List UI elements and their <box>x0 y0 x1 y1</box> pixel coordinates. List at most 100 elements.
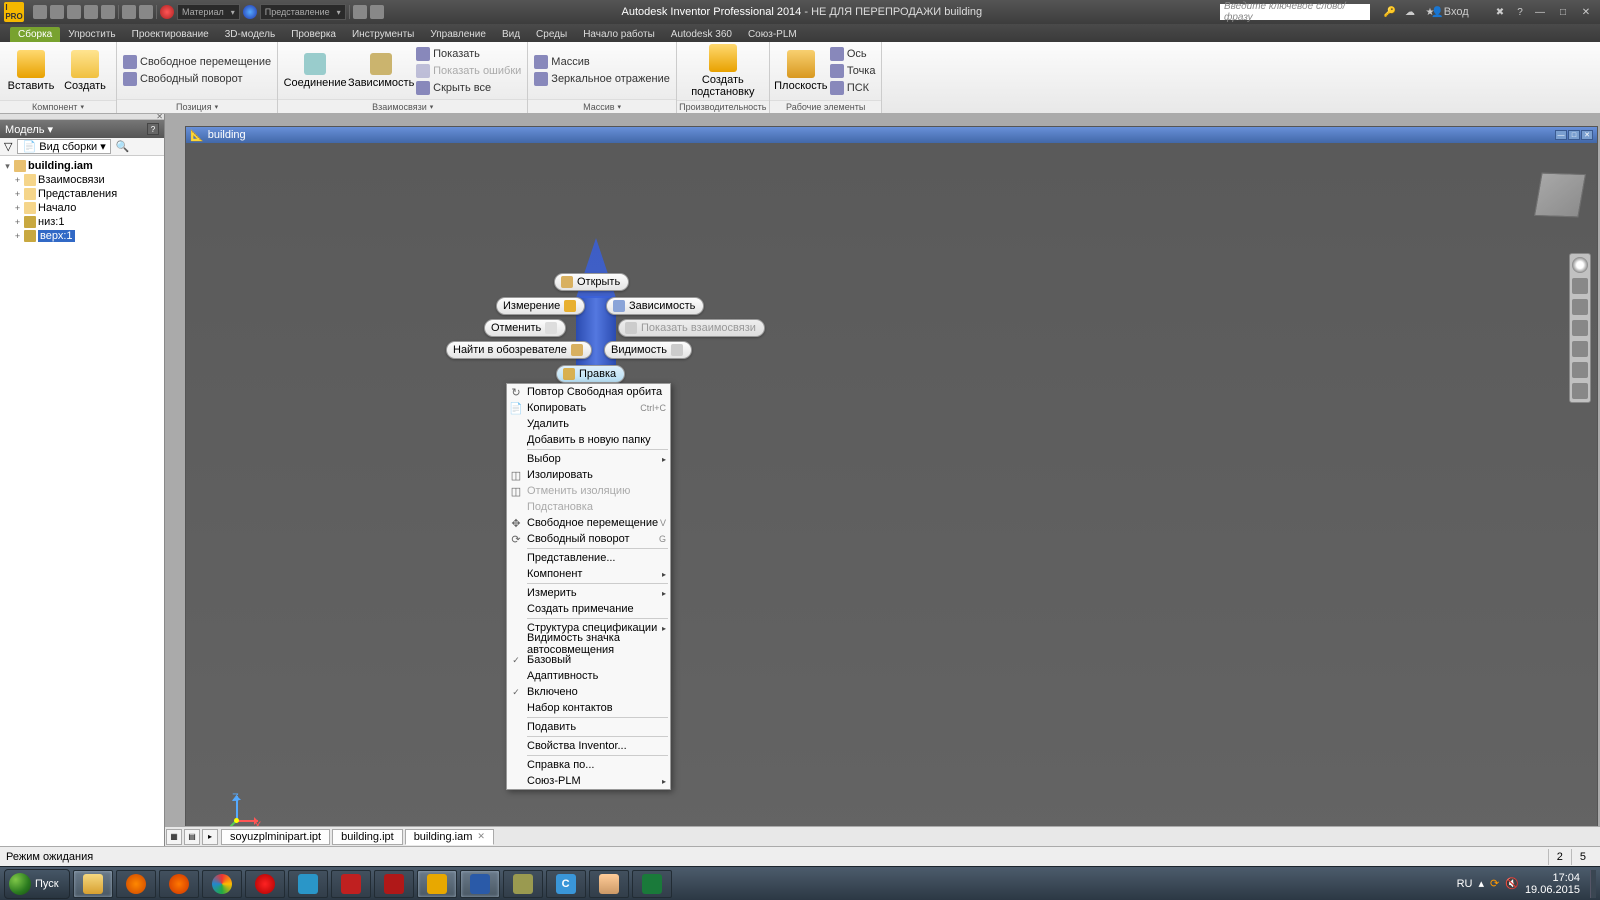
ctx-iproperties[interactable]: Свойства Inventor... <box>507 738 670 754</box>
ctx-contacts[interactable]: Набор контактов <box>507 700 670 716</box>
tray-lang[interactable]: RU <box>1457 878 1473 890</box>
app-icon[interactable]: IPRO <box>4 2 24 22</box>
tree-root[interactable]: ▾building.iam <box>3 159 161 173</box>
orbit-icon[interactable] <box>1572 320 1588 336</box>
pattern-button[interactable]: Массив <box>534 54 670 70</box>
ctx-note[interactable]: Создать примечание <box>507 601 670 617</box>
plane-button[interactable]: Плоскость <box>776 44 826 98</box>
qat-appearance-icon[interactable] <box>243 5 257 19</box>
show-errors-button[interactable]: Показать ошибки <box>416 63 521 79</box>
close-button[interactable]: ✕ <box>1579 5 1593 19</box>
help-icon[interactable]: ? <box>1513 5 1527 19</box>
doctab-2[interactable]: building.ipt <box>332 829 403 845</box>
steering-wheel-icon[interactable] <box>1572 257 1588 273</box>
taskbar-excel[interactable] <box>632 870 672 898</box>
doctab-3[interactable]: building.iam✕ <box>405 829 494 845</box>
qat-undo-icon[interactable] <box>84 5 98 19</box>
pill-open[interactable]: Открыть <box>554 273 629 291</box>
taskbar-acrobat[interactable] <box>374 870 414 898</box>
tab-3dmodel[interactable]: 3D-модель <box>217 27 283 42</box>
tab-assembly[interactable]: Сборка <box>10 27 60 42</box>
taskbar-paint[interactable] <box>589 870 629 898</box>
ucs-button[interactable]: ПСК <box>830 80 876 96</box>
joint-button[interactable]: Соединение <box>284 53 346 89</box>
tab-view[interactable]: Вид <box>494 27 528 42</box>
exchange-icon[interactable]: ✖ <box>1493 5 1507 19</box>
create-substitute-button[interactable]: Создать подстановку <box>683 44 763 98</box>
free-rotate-button[interactable]: Свободный поворот <box>123 71 271 87</box>
tree-origin[interactable]: +Начало <box>3 201 161 215</box>
nav-more-icon[interactable] <box>1572 383 1588 399</box>
view-filter-dropdown[interactable]: 📄 Вид сборки ▾ <box>17 139 110 154</box>
ctx-suppress[interactable]: Подавить <box>507 719 670 735</box>
fullnav-icon[interactable] <box>1572 362 1588 378</box>
lookat-icon[interactable] <box>1572 341 1588 357</box>
tab-design[interactable]: Проектирование <box>124 27 217 42</box>
qat-select-icon[interactable] <box>122 5 136 19</box>
panel-options-icon[interactable]: ? <box>147 123 159 135</box>
taskbar-opera[interactable] <box>245 870 285 898</box>
signin-button[interactable]: 👤 Вход <box>1443 5 1457 19</box>
doctab-1[interactable]: soyuzplminipart.ipt <box>221 829 330 845</box>
doc-close-button[interactable]: ✕ <box>1581 130 1593 140</box>
taskbar-inventor[interactable] <box>417 870 457 898</box>
create-button[interactable]: Создать <box>60 44 110 98</box>
axis-button[interactable]: Ось <box>830 46 876 62</box>
maximize-button[interactable]: □ <box>1556 5 1570 19</box>
qat-fx-icon[interactable] <box>353 5 367 19</box>
pill-measure[interactable]: Измерение <box>496 297 585 315</box>
ctx-select[interactable]: Выбор <box>507 451 670 467</box>
taskbar-firefox[interactable] <box>159 870 199 898</box>
constrain-button[interactable]: Зависимость <box>350 53 412 89</box>
ctx-help[interactable]: Справка по... <box>507 757 670 773</box>
model-browser-header[interactable]: Модель ▾ ? <box>0 120 164 138</box>
tree-part-bottom[interactable]: +низ:1 <box>3 215 161 229</box>
qat-update-icon[interactable] <box>139 5 153 19</box>
qat-new-icon[interactable] <box>33 5 47 19</box>
infocenter-key-icon[interactable]: 🔑 <box>1383 5 1397 19</box>
doctab-close-icon[interactable]: ✕ <box>477 831 485 842</box>
pill-constrain[interactable]: Зависимость <box>606 297 704 315</box>
3d-canvas[interactable]: ZX Открыть Измерение Зависимость Отменит… <box>186 143 1597 857</box>
taskbar-word[interactable] <box>460 870 500 898</box>
tray-vol-icon[interactable]: 🔇 <box>1505 877 1519 890</box>
pan-icon[interactable] <box>1572 278 1588 294</box>
tree-representations[interactable]: +Представления <box>3 187 161 201</box>
minimize-button[interactable]: — <box>1533 5 1547 19</box>
group-position-label[interactable]: Позиция <box>117 99 277 113</box>
qat-redo-icon[interactable] <box>101 5 115 19</box>
tray-clock[interactable]: 17:0419.06.2015 <box>1525 872 1584 896</box>
qat-save-icon[interactable] <box>67 5 81 19</box>
ctx-delete[interactable]: Удалить <box>507 416 670 432</box>
ctx-freerotate[interactable]: ⟳Свободный поворотG <box>507 531 670 547</box>
tab-inspect[interactable]: Проверка <box>283 27 344 42</box>
mirror-button[interactable]: Зеркальное отражение <box>534 71 670 87</box>
tab-autodesk360[interactable]: Autodesk 360 <box>663 27 740 42</box>
group-relationships-label[interactable]: Взаимосвязи <box>278 99 527 113</box>
tab-tools[interactable]: Инструменты <box>344 27 422 42</box>
taskbar-app3[interactable]: C <box>546 870 586 898</box>
taskbar-chrome[interactable] <box>202 870 242 898</box>
ctx-addfolder[interactable]: Добавить в новую папку <box>507 432 670 448</box>
ctx-representation[interactable]: Представление... <box>507 550 670 566</box>
tabs-tile-icon[interactable]: ▦ <box>166 829 182 845</box>
view-cube[interactable] <box>1534 173 1586 218</box>
taskbar-wmp[interactable] <box>116 870 156 898</box>
start-button[interactable]: Пуск <box>4 869 70 899</box>
group-component-label[interactable]: Компонент <box>0 100 116 113</box>
ctx-enabled[interactable]: Включено <box>507 684 670 700</box>
tree-part-top[interactable]: +верх:1 <box>3 229 161 243</box>
tab-manage[interactable]: Управление <box>422 27 494 42</box>
qat-open-icon[interactable] <box>50 5 64 19</box>
tabs-scroll-icon[interactable]: ▸ <box>202 829 218 845</box>
ctx-copy[interactable]: 📄КопироватьCtrl+C <box>507 400 670 416</box>
ctx-component[interactable]: Компонент <box>507 566 670 582</box>
show-desktop-button[interactable] <box>1590 870 1596 898</box>
tabs-cascade-icon[interactable]: ▤ <box>184 829 200 845</box>
tree-relationships[interactable]: +Взаимосвязи <box>3 173 161 187</box>
pill-edit[interactable]: Правка <box>556 365 625 383</box>
taskbar-autocad[interactable] <box>331 870 371 898</box>
taskbar-explorer[interactable] <box>73 870 113 898</box>
ctx-base[interactable]: Базовый <box>507 652 670 668</box>
pill-showrel[interactable]: Показать взаимосвязи <box>618 319 765 337</box>
